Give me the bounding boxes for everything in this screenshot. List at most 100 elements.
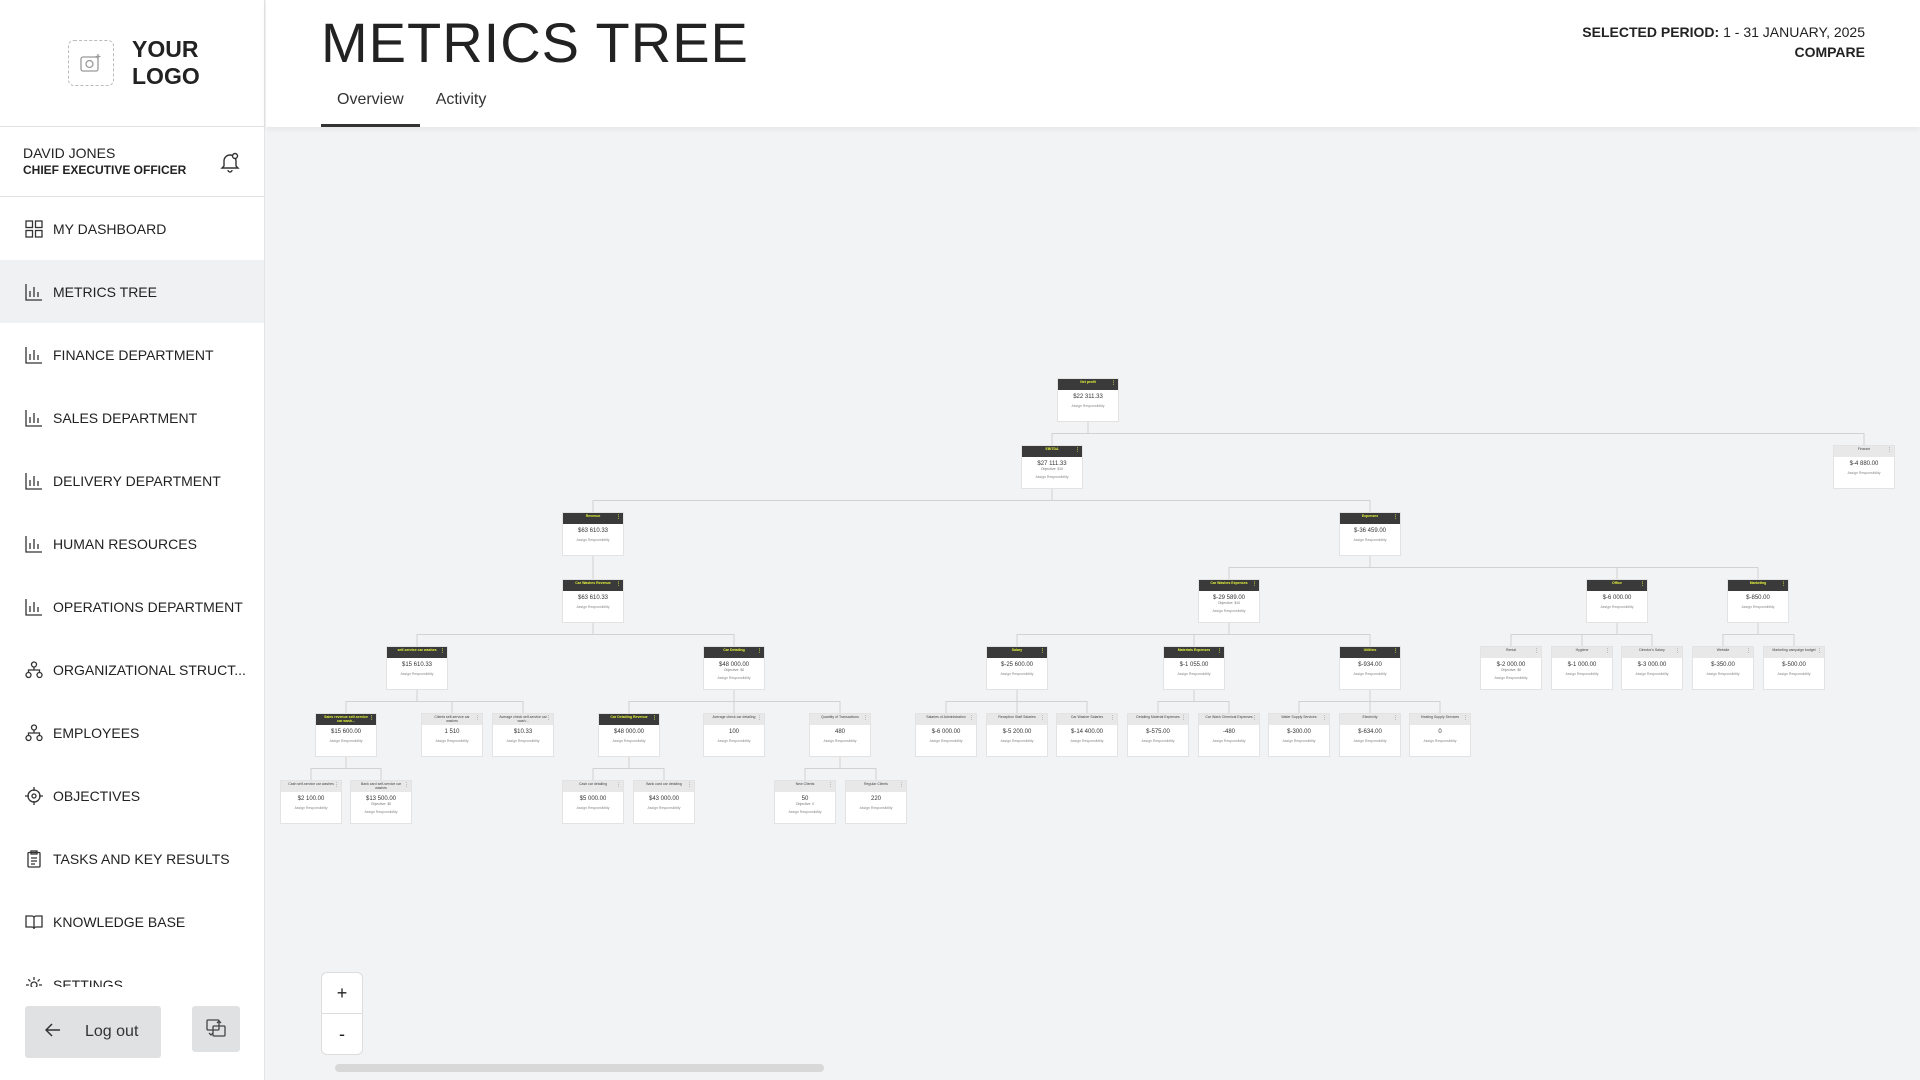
metric-node-detailing-material[interactable]: Detailing Material Expenses ⋮ $-575.00 Assi… [1127,713,1189,757]
metric-node-self-service[interactable]: self-service car washes ⋮ $15 610.33 Assign… [386,646,448,690]
kebab-menu-icon[interactable]: ⋮ [1217,649,1222,654]
assign-responsibility-link[interactable]: Assign Responsibility [1199,739,1259,743]
assign-responsibility-link[interactable]: Assign Responsibility [351,810,411,814]
assign-responsibility-link[interactable]: Assign Responsibility [987,672,1047,676]
sidebar-item-my-dashboard[interactable]: MY DASHBOARD [0,197,264,260]
metric-node-water-supply[interactable]: Water Supply Services ⋮ $-300.00 Assign Res… [1268,713,1330,757]
kebab-menu-icon[interactable]: ⋮ [1746,649,1751,654]
assign-responsibility-link[interactable]: Assign Responsibility [775,810,835,814]
assign-responsibility-link[interactable]: Assign Responsibility [704,739,764,743]
kebab-menu-icon[interactable]: ⋮ [1675,649,1680,654]
kebab-menu-icon[interactable]: ⋮ [404,783,409,788]
metric-node-utilities[interactable]: Utilities ⋮ $-934.00 Assign Responsibility [1339,646,1401,690]
metric-node-office[interactable]: Office ⋮ $-6 000.00 Assign Responsibility [1586,579,1648,623]
switch-view-button[interactable] [192,1006,240,1052]
assign-responsibility-link[interactable]: Assign Responsibility [1340,739,1400,743]
sidebar-item-tasks-and-key-results[interactable]: TASKS AND KEY RESULTS [0,827,264,890]
kebab-menu-icon[interactable]: ⋮ [1110,716,1115,721]
assign-responsibility-link[interactable]: Assign Responsibility [1128,739,1188,743]
assign-responsibility-link[interactable]: Assign Responsibility [387,672,447,676]
assign-responsibility-link[interactable]: Assign Responsibility [422,739,482,743]
assign-responsibility-link[interactable]: Assign Responsibility [563,538,623,542]
sidebar-item-finance-department[interactable]: FINANCE DEPARTMENT [0,323,264,386]
metric-node-avg-check-detailing[interactable]: Average check car detailing ⋮ 100 Assign Re… [703,713,765,757]
metric-node-regular-clients[interactable]: Regular Clients ⋮ 220 Assign Responsibility [845,780,907,824]
kebab-menu-icon[interactable]: ⋮ [1040,649,1045,654]
sidebar-item-objectives[interactable]: OBJECTIVES [0,764,264,827]
assign-responsibility-link[interactable]: Assign Responsibility [316,739,376,743]
kebab-menu-icon[interactable]: ⋮ [369,716,374,721]
assign-responsibility-link[interactable]: Assign Responsibility [1269,739,1329,743]
assign-responsibility-link[interactable]: Assign Responsibility [1410,739,1470,743]
kebab-menu-icon[interactable]: ⋮ [1393,515,1398,520]
assign-responsibility-link[interactable]: Assign Responsibility [493,739,553,743]
kebab-menu-icon[interactable]: ⋮ [1887,448,1892,453]
sidebar-item-settings[interactable]: SETTINGS [0,953,264,987]
kebab-menu-icon[interactable]: ⋮ [757,649,762,654]
kebab-menu-icon[interactable]: ⋮ [687,783,692,788]
kebab-menu-icon[interactable]: ⋮ [828,783,833,788]
metric-node-expenses[interactable]: Expenses ⋮ $-36 459.00 Assign Responsibilit… [1339,512,1401,556]
kebab-menu-icon[interactable]: ⋮ [1605,649,1610,654]
kebab-menu-icon[interactable]: ⋮ [334,783,339,788]
metric-node-net-profit[interactable]: Net profit ⋮ $22 311.33 Assign Responsibili… [1057,378,1119,422]
kebab-menu-icon[interactable]: ⋮ [1393,716,1398,721]
metric-node-cash-self[interactable]: Cash self-service car washes ⋮ $2 100.00 As… [280,780,342,824]
kebab-menu-icon[interactable]: ⋮ [1640,582,1645,587]
metric-node-qty-transactions[interactable]: Quantity of Transactions ⋮ 480 Assign Respo… [809,713,871,757]
metric-node-sales-revenue[interactable]: Sales revenue self-service car wash... ⋮ $… [315,713,377,757]
sidebar-item-knowledge-base[interactable]: KNOWLEDGE BASE [0,890,264,953]
kebab-menu-icon[interactable]: ⋮ [1252,716,1257,721]
kebab-menu-icon[interactable]: ⋮ [546,716,551,721]
kebab-menu-icon[interactable]: ⋮ [1075,448,1080,453]
metric-node-car-wash-expenses[interactable]: Car Washes Expenses ⋮ $-29 589.00 Objective… [1198,579,1260,623]
kebab-menu-icon[interactable]: ⋮ [969,716,974,721]
sidebar-item-metrics-tree[interactable]: METRICS TREE [0,260,264,323]
assign-responsibility-link[interactable]: Assign Responsibility [599,739,659,743]
sidebar-item-human-resources[interactable]: HUMAN RESOURCES [0,512,264,575]
kebab-menu-icon[interactable]: ⋮ [1181,716,1186,721]
metric-node-hygiene[interactable]: Hygiene ⋮ $-1 000.00 Assign Responsibility [1551,646,1613,690]
metric-node-reception-staff[interactable]: Reception Staff Salaries ⋮ $-5 200.00 Assig… [986,713,1048,757]
kebab-menu-icon[interactable]: ⋮ [1040,716,1045,721]
kebab-menu-icon[interactable]: ⋮ [1817,649,1822,654]
assign-responsibility-link[interactable]: Assign Responsibility [1058,404,1118,408]
assign-responsibility-link[interactable]: Assign Responsibility [1728,605,1788,609]
kebab-menu-icon[interactable]: ⋮ [1534,649,1539,654]
kebab-menu-icon[interactable]: ⋮ [1252,582,1257,587]
metric-node-car-washer[interactable]: Car Washer Salaries ⋮ $-14 400.00 Assign Re… [1056,713,1118,757]
assign-responsibility-link[interactable]: Assign Responsibility [634,806,694,810]
sidebar-item-organizational-struct[interactable]: ORGANIZATIONAL STRUCT... [0,638,264,701]
assign-responsibility-link[interactable]: Assign Responsibility [1622,672,1682,676]
metric-node-car-wash-revenue[interactable]: Car Washes Revenue ⋮ $63 610.33 Assign Resp… [562,579,624,623]
assign-responsibility-link[interactable]: Assign Responsibility [704,676,764,680]
period-value[interactable]: 1 - 31 JANUARY, 2025 [1723,24,1865,40]
assign-responsibility-link[interactable]: Assign Responsibility [563,605,623,609]
assign-responsibility-link[interactable]: Assign Responsibility [810,739,870,743]
kebab-menu-icon[interactable]: ⋮ [1111,381,1116,386]
metric-node-revenue[interactable]: Revenue ⋮ $63 610.33 Assign Responsibility [562,512,624,556]
zoom-out-button[interactable]: - [322,1014,362,1055]
metric-node-car-wash-chemical[interactable]: Car Wash Chemical Expenses ⋮ -480 Assign Re… [1198,713,1260,757]
metric-node-marketing[interactable]: Marketing ⋮ $-850.00 Assign Responsibility [1727,579,1789,623]
metric-node-cash-detailing[interactable]: Cash car detailing ⋮ $5 000.00 Assign Respo… [562,780,624,824]
assign-responsibility-link[interactable]: Assign Responsibility [1481,676,1541,680]
sidebar-item-delivery-department[interactable]: DELIVERY DEPARTMENT [0,449,264,512]
zoom-in-button[interactable]: + [322,973,362,1014]
kebab-menu-icon[interactable]: ⋮ [1393,649,1398,654]
kebab-menu-icon[interactable]: ⋮ [440,649,445,654]
assign-responsibility-link[interactable]: Assign Responsibility [1834,471,1894,475]
sidebar-item-sales-department[interactable]: SALES DEPARTMENT [0,386,264,449]
assign-responsibility-link[interactable]: Assign Responsibility [563,806,623,810]
assign-responsibility-link[interactable]: Assign Responsibility [1764,672,1824,676]
assign-responsibility-link[interactable]: Assign Responsibility [1693,672,1753,676]
metrics-tree-canvas[interactable]: Net profit ⋮ $22 311.33 Assign Responsibili… [266,127,1920,1080]
assign-responsibility-link[interactable]: Assign Responsibility [1587,605,1647,609]
metric-node-salary[interactable]: Salary ⋮ $-25 600.00 Assign Responsibility [986,646,1048,690]
kebab-menu-icon[interactable]: ⋮ [1781,582,1786,587]
assign-responsibility-link[interactable]: Assign Responsibility [916,739,976,743]
metric-node-website[interactable]: Website ⋮ $-350.00 Assign Responsibility [1692,646,1754,690]
metric-node-new-clients[interactable]: New Clients ⋮ 50 Objective: 0 Assign Respons… [774,780,836,824]
compare-link[interactable]: COMPARE [1582,44,1865,60]
metric-node-salaries-admin[interactable]: Salaries of Administration ⋮ $-6 000.00 Ass… [915,713,977,757]
